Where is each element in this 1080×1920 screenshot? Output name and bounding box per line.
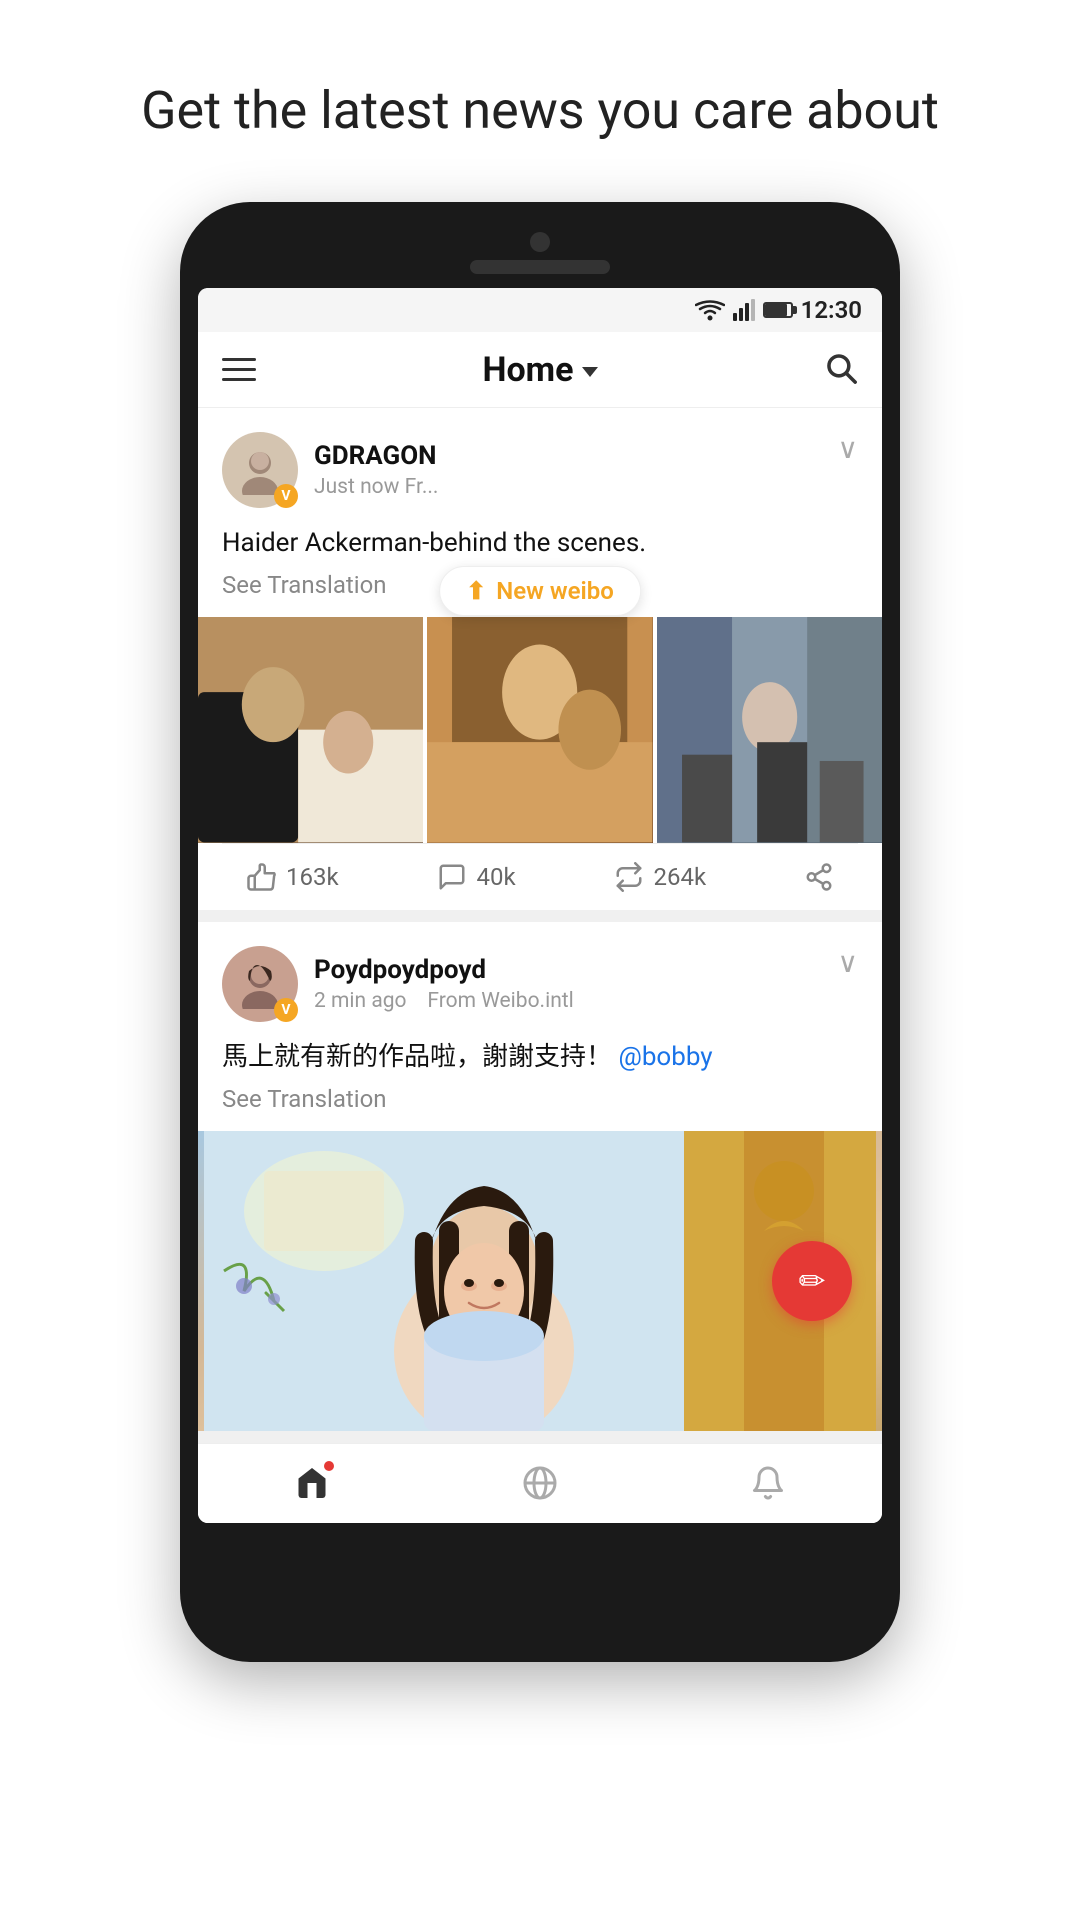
post-options-chevron[interactable]: ∨	[838, 946, 859, 979]
nav-notifications-button[interactable]	[750, 1465, 786, 1501]
like-action[interactable]: 163k	[246, 862, 339, 892]
post-options-chevron[interactable]: ∨	[838, 432, 859, 465]
edit-icon: ✏	[799, 1262, 826, 1300]
verified-badge: V	[274, 998, 298, 1022]
discover-icon	[522, 1465, 558, 1501]
chevron-up-icon: ⬆	[466, 577, 486, 605]
search-button[interactable]	[824, 351, 858, 389]
comment-action[interactable]: 40k	[437, 862, 516, 892]
like-icon	[246, 862, 276, 892]
chevron-down-icon	[582, 367, 598, 377]
post-user: V GDRAGON Just now Fr...	[222, 432, 438, 508]
post-username: Poydpoydpoyd	[314, 955, 574, 985]
battery-icon	[763, 302, 793, 318]
photo-thumb-2[interactable]	[427, 617, 652, 842]
photo-thumb-1[interactable]	[198, 617, 423, 842]
post-meta: 2 min ago From Weibo.intl	[314, 989, 574, 1013]
photo-grid	[198, 617, 882, 842]
header-title[interactable]: Home	[482, 350, 597, 390]
see-translation-button[interactable]: See Translation	[222, 1085, 858, 1113]
app-header: Home	[198, 332, 882, 408]
nav-discover-button[interactable]	[522, 1465, 558, 1501]
status-time: 12:30	[801, 296, 862, 324]
post-actions: 163k 40k	[222, 843, 858, 910]
photo-thumb-3[interactable]	[657, 617, 882, 842]
wifi-icon	[695, 299, 725, 321]
compose-fab-button[interactable]: ✏	[772, 1241, 852, 1321]
post-user: V Poydpoydpoyd 2 min ago From Weibo.intl	[222, 946, 574, 1022]
avatar-wrapper: V	[222, 432, 298, 508]
post-user-info: GDRAGON Just now Fr...	[314, 441, 438, 499]
like-count: 163k	[286, 863, 339, 891]
phone-top	[198, 232, 882, 274]
new-weibo-pill[interactable]: ⬆ New weibo	[439, 566, 641, 616]
status-bar: 12:30	[198, 288, 882, 332]
post-card: V GDRAGON Just now Fr... ∨ Haider Ackerm…	[198, 408, 882, 909]
post-header: V GDRAGON Just now Fr... ∨	[222, 432, 858, 508]
search-icon	[824, 351, 858, 385]
repost-count: 264k	[654, 863, 707, 891]
share-icon	[804, 862, 834, 892]
share-action[interactable]	[804, 862, 834, 892]
hamburger-menu-button[interactable]	[222, 358, 256, 381]
phone-frame: 12:30 Home ⬆	[180, 202, 900, 1662]
mention[interactable]: @bobby	[618, 1042, 712, 1072]
comment-count: 40k	[477, 863, 516, 891]
phone-speaker	[470, 260, 610, 274]
phone-screen: 12:30 Home ⬆	[198, 288, 882, 1522]
feed-container: ⬆ New weibo	[198, 408, 882, 1522]
nav-home-button[interactable]	[294, 1465, 330, 1501]
avatar-wrapper: V	[222, 946, 298, 1022]
repost-icon	[614, 862, 644, 892]
bottom-nav	[198, 1443, 882, 1523]
home-icon	[294, 1465, 330, 1501]
post-text: 馬上就有新的作品啦，謝謝支持！ @bobby	[222, 1038, 858, 1077]
page-headline: Get the latest news you care about	[81, 0, 999, 202]
post-meta: Just now Fr...	[314, 475, 438, 499]
home-notification-dot	[324, 1461, 334, 1471]
comment-icon	[437, 862, 467, 892]
repost-action[interactable]: 264k	[614, 862, 707, 892]
post-header: V Poydpoydpoyd 2 min ago From Weibo.intl	[222, 946, 858, 1022]
bell-icon	[750, 1465, 786, 1501]
status-icons: 12:30	[695, 296, 862, 324]
post-username: GDRAGON	[314, 441, 438, 471]
signal-icon	[733, 299, 755, 321]
phone-camera	[530, 232, 550, 252]
post-user-info: Poydpoydpoyd 2 min ago From Weibo.intl	[314, 955, 574, 1013]
post-card: V Poydpoydpoyd 2 min ago From Weibo.intl	[198, 922, 882, 1431]
verified-badge: V	[274, 484, 298, 508]
post-text: Haider Ackerman-behind the scenes.	[222, 524, 858, 563]
